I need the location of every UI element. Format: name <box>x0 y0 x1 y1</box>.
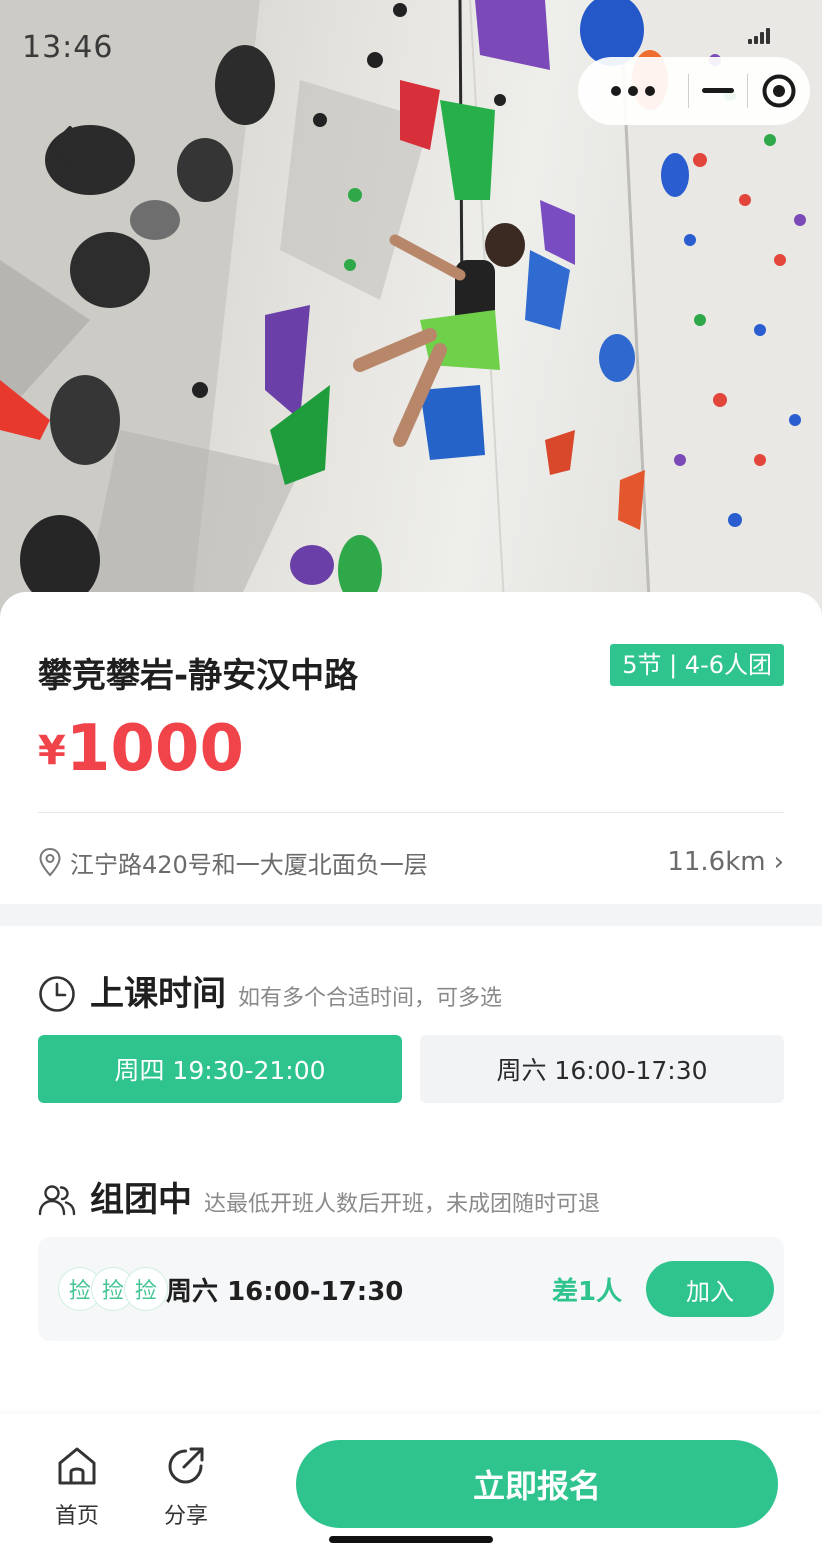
signal-icon <box>748 28 770 44</box>
home-nav[interactable]: 首页 <box>37 1444 117 1530</box>
hero-image: 13:46 <box>0 0 822 620</box>
course-info-card: 攀竞攀岩-静安汉中路 5节 | 4-6人团 ¥1000 江宁路420号和一大厦北… <box>0 592 822 904</box>
price-amount: 1000 <box>65 712 244 786</box>
home-label: 首页 <box>54 1504 99 1529</box>
group-day: 周六 <box>166 1277 219 1307</box>
signup-button[interactable]: 立即报名 <box>296 1440 778 1528</box>
share-label: 分享 <box>163 1504 208 1529</box>
back-icon[interactable] <box>44 122 80 170</box>
schedule-title: 上课时间 <box>90 974 226 1014</box>
more-dots-icon <box>611 86 655 96</box>
join-button[interactable]: 加入 <box>646 1261 774 1317</box>
divider <box>38 812 784 813</box>
minimize-icon <box>702 88 734 93</box>
time-slot-saturday[interactable]: 周六 16:00-17:30 <box>420 1035 784 1103</box>
group-hint: 达最低开班人数后开班，未成团随时可退 <box>204 1192 601 1217</box>
minimize-button[interactable] <box>689 57 747 125</box>
session-tag: 5节 | 4-6人团 <box>610 644 784 686</box>
close-button[interactable] <box>748 57 810 125</box>
location-pin-icon <box>39 847 61 877</box>
schedule-header: 上课时间 如有多个合适时间，可多选 <box>38 966 502 1015</box>
distance: 11.6km <box>667 847 766 877</box>
address-text: 江宁路420号和一大厦北面负一层 <box>70 850 428 879</box>
group-time: 周六 16:00-17:30 <box>166 1271 403 1308</box>
clock-icon <box>39 976 75 1012</box>
spots-needed: 差1人 <box>552 1277 623 1307</box>
section-gap <box>0 904 822 926</box>
price: ¥1000 <box>38 712 244 786</box>
home-icon <box>58 1447 96 1485</box>
bottom-action-bar: 首页 分享 立即报名 <box>0 1414 822 1550</box>
schedule-hint: 如有多个合适时间，可多选 <box>238 986 503 1011</box>
share-icon <box>168 1447 204 1484</box>
close-target-icon <box>762 74 796 108</box>
group-title: 组团中 <box>90 1180 192 1220</box>
address-row[interactable]: 江宁路420号和一大厦北面负一层 11.6km › <box>38 840 784 884</box>
chevron-right-icon: › <box>773 847 784 877</box>
share-nav[interactable]: 分享 <box>146 1444 226 1530</box>
member-avatars: 捡 捡 捡 <box>58 1267 168 1311</box>
more-button[interactable] <box>578 57 688 125</box>
avatar: 捡 <box>124 1267 168 1311</box>
mini-program-capsule <box>578 57 810 125</box>
group-card: 捡 捡 捡 周六 16:00-17:30 差1人 加入 <box>38 1237 784 1341</box>
home-indicator <box>329 1536 493 1543</box>
group-header: 组团中 达最低开班人数后开班，未成团随时可退 <box>38 1172 600 1221</box>
course-title: 攀竞攀岩-静安汉中路 <box>38 656 359 696</box>
group-time-range: 16:00-17:30 <box>227 1277 404 1307</box>
currency-symbol: ¥ <box>38 728 66 774</box>
users-icon <box>38 1185 76 1216</box>
status-time: 13:46 <box>22 30 114 65</box>
time-slot-thursday[interactable]: 周四 19:30-21:00 <box>38 1035 402 1103</box>
